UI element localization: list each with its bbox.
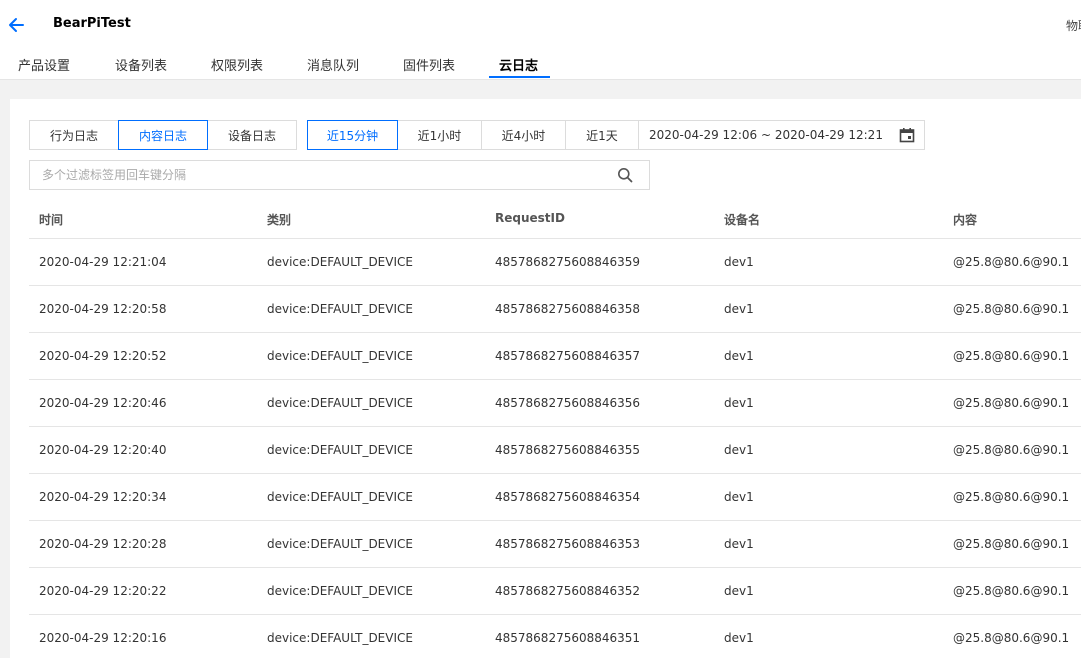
cell-category: device:DEFAULT_DEVICE — [267, 490, 413, 504]
table-row: 2020-04-29 12:21:04 device:DEFAULT_DEVIC… — [29, 239, 1081, 286]
column-header-request-id: RequestID — [495, 211, 565, 225]
table-row: 2020-04-29 12:20:40 device:DEFAULT_DEVIC… — [29, 427, 1081, 474]
cell-category: device:DEFAULT_DEVICE — [267, 443, 413, 457]
tab-device-list[interactable]: 设备列表 — [115, 55, 167, 74]
cell-device-name: dev1 — [724, 490, 754, 504]
table-row: 2020-04-29 12:20:58 device:DEFAULT_DEVIC… — [29, 286, 1081, 333]
cell-content: @25.8@80.6@90.1 — [953, 584, 1070, 598]
date-range-picker[interactable]: 2020-04-29 12:06 ~ 2020-04-29 12:21 — [638, 120, 925, 150]
cell-time: 2020-04-29 12:20:28 — [39, 537, 167, 551]
active-tab-indicator — [489, 76, 550, 78]
search-input[interactable] — [40, 161, 604, 189]
column-header-category: 类别 — [267, 213, 292, 227]
cell-device-name: dev1 — [724, 302, 754, 316]
log-type-behavior[interactable]: 行为日志 — [29, 120, 119, 150]
cell-device-name: dev1 — [724, 255, 754, 269]
table-row: 2020-04-29 12:20:34 device:DEFAULT_DEVIC… — [29, 474, 1081, 521]
calendar-icon[interactable] — [899, 127, 915, 143]
cell-request-id: 4857868275608846355 — [495, 443, 641, 457]
column-header-time: 时间 — [39, 213, 64, 227]
cell-category: device:DEFAULT_DEVICE — [267, 349, 413, 363]
table-header: 时间 类别 RequestID 设备名 内容 — [29, 198, 1081, 239]
cell-device-name: dev1 — [724, 443, 754, 457]
cell-time: 2020-04-29 12:20:22 — [39, 584, 167, 598]
cell-content: @25.8@80.6@90.1 — [953, 537, 1070, 551]
cell-content: @25.8@80.6@90.1 — [953, 255, 1070, 269]
time-range-4hours[interactable]: 近4小时 — [481, 120, 566, 150]
cell-device-name: dev1 — [724, 584, 754, 598]
time-range-1day[interactable]: 近1天 — [565, 120, 639, 150]
cell-time: 2020-04-29 12:20:52 — [39, 349, 167, 363]
table-row: 2020-04-29 12:20:28 device:DEFAULT_DEVIC… — [29, 521, 1081, 568]
cell-request-id: 4857868275608846358 — [495, 302, 641, 316]
tab-permission-list[interactable]: 权限列表 — [211, 55, 263, 74]
cell-content: @25.8@80.6@90.1 — [953, 349, 1070, 363]
column-header-device-name: 设备名 — [724, 213, 761, 227]
column-header-content: 内容 — [953, 213, 978, 227]
date-range-value: 2020-04-29 12:06 ~ 2020-04-29 12:21 — [649, 128, 883, 142]
cell-device-name: dev1 — [724, 537, 754, 551]
top-right-text: 物联 — [1066, 19, 1081, 33]
cell-request-id: 4857868275608846357 — [495, 349, 641, 363]
time-range-15min[interactable]: 近15分钟 — [307, 120, 398, 150]
cell-category: device:DEFAULT_DEVICE — [267, 255, 413, 269]
cell-content: @25.8@80.6@90.1 — [953, 302, 1070, 316]
table-row: 2020-04-29 12:20:52 device:DEFAULT_DEVIC… — [29, 333, 1081, 380]
cell-time: 2020-04-29 12:20:40 — [39, 443, 167, 457]
cell-time: 2020-04-29 12:20:46 — [39, 396, 167, 410]
tab-cloud-log[interactable]: 云日志 — [499, 55, 538, 74]
search-icon[interactable] — [617, 167, 633, 183]
cell-time: 2020-04-29 12:21:04 — [39, 255, 167, 269]
tab-message-queue[interactable]: 消息队列 — [307, 55, 359, 74]
cell-device-name: dev1 — [724, 396, 754, 410]
cell-category: device:DEFAULT_DEVICE — [267, 302, 413, 316]
cell-content: @25.8@80.6@90.1 — [953, 443, 1070, 457]
tag-filter-search — [29, 160, 650, 190]
cell-content: @25.8@80.6@90.1 — [953, 631, 1070, 645]
time-range-1hour[interactable]: 近1小时 — [397, 120, 482, 150]
cell-category: device:DEFAULT_DEVICE — [267, 631, 413, 645]
cell-category: device:DEFAULT_DEVICE — [267, 396, 413, 410]
log-type-device[interactable]: 设备日志 — [207, 120, 297, 150]
cell-request-id: 4857868275608846354 — [495, 490, 641, 504]
cell-category: device:DEFAULT_DEVICE — [267, 537, 413, 551]
cell-content: @25.8@80.6@90.1 — [953, 490, 1070, 504]
cell-request-id: 4857868275608846351 — [495, 631, 641, 645]
cell-device-name: dev1 — [724, 349, 754, 363]
table-row: 2020-04-29 12:20:46 device:DEFAULT_DEVIC… — [29, 380, 1081, 427]
arrow-left-icon[interactable] — [8, 16, 26, 34]
table-row: 2020-04-29 12:20:16 device:DEFAULT_DEVIC… — [29, 615, 1081, 658]
top-bar: BearPiTest 物联 产品设置 设备列表 权限列表 消息队列 固件列表 云… — [0, 0, 1081, 80]
tab-firmware-list[interactable]: 固件列表 — [403, 55, 455, 74]
cell-time: 2020-04-29 12:20:34 — [39, 490, 167, 504]
cell-device-name: dev1 — [724, 631, 754, 645]
cell-request-id: 4857868275608846356 — [495, 396, 641, 410]
cell-request-id: 4857868275608846352 — [495, 584, 641, 598]
cell-time: 2020-04-29 12:20:16 — [39, 631, 167, 645]
log-type-content[interactable]: 内容日志 — [118, 120, 208, 150]
table-row: 2020-04-29 12:20:22 device:DEFAULT_DEVIC… — [29, 568, 1081, 615]
cell-time: 2020-04-29 12:20:58 — [39, 302, 167, 316]
cell-content: @25.8@80.6@90.1 — [953, 396, 1070, 410]
cell-request-id: 4857868275608846359 — [495, 255, 641, 269]
cell-request-id: 4857868275608846353 — [495, 537, 641, 551]
cell-category: device:DEFAULT_DEVICE — [267, 584, 413, 598]
product-title: BearPiTest — [53, 16, 131, 31]
tab-product-settings[interactable]: 产品设置 — [18, 55, 70, 74]
